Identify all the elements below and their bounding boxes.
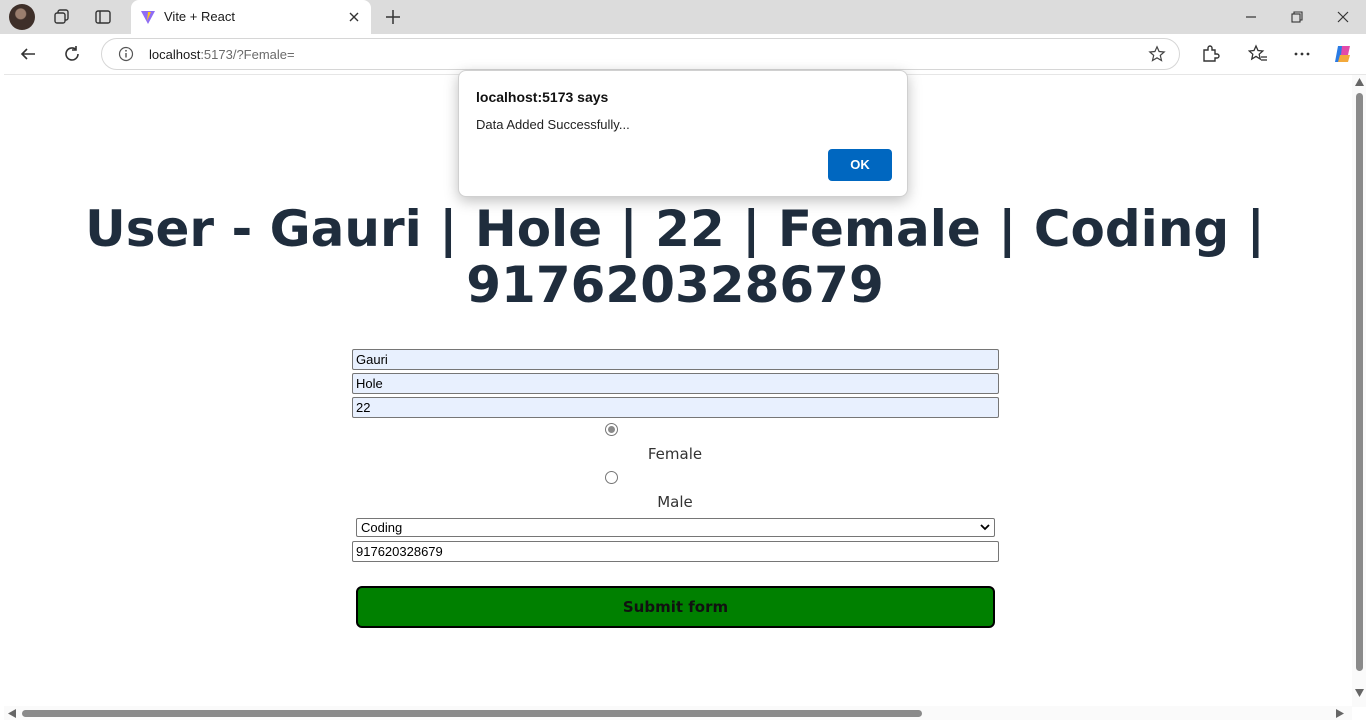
address-bar[interactable]: localhost:5173/?Female= [101, 38, 1180, 70]
active-tab[interactable]: Vite + React [131, 0, 371, 34]
horizontal-scrollbar[interactable] [4, 706, 1352, 720]
age-input[interactable] [352, 397, 999, 418]
scroll-up-icon[interactable] [1355, 78, 1364, 86]
scroll-right-icon[interactable] [1336, 709, 1344, 718]
profile-avatar[interactable] [9, 4, 35, 30]
back-icon[interactable] [16, 42, 40, 66]
url-path: :5173/?Female= [200, 47, 295, 62]
chevron-down-icon [979, 521, 991, 533]
close-icon[interactable] [346, 9, 362, 25]
vertical-scroll-thumb[interactable] [1356, 93, 1363, 671]
hobby-select-value: Coding [361, 520, 403, 535]
hobby-select[interactable]: Coding [356, 518, 995, 537]
phone-input[interactable] [352, 541, 999, 562]
tab-title: Vite + React [164, 9, 235, 24]
male-radio[interactable] [605, 471, 618, 484]
scroll-down-icon[interactable] [1355, 689, 1364, 697]
restore-icon[interactable] [1274, 5, 1320, 29]
tab-actions-icon[interactable] [91, 5, 115, 29]
workspaces-icon[interactable] [50, 5, 74, 29]
female-label: Female [647, 445, 703, 463]
vertical-scrollbar[interactable] [1352, 75, 1366, 707]
window-close-icon[interactable] [1320, 5, 1366, 29]
reload-icon[interactable] [60, 42, 84, 66]
more-icon[interactable] [1290, 42, 1314, 66]
plus-icon[interactable] [382, 6, 404, 28]
info-icon[interactable] [118, 46, 134, 62]
url-host: localhost [149, 47, 201, 62]
favorites-icon[interactable] [1246, 42, 1270, 66]
title-line-2: 917620328679 [466, 256, 884, 314]
horizontal-scroll-thumb[interactable] [22, 710, 922, 717]
scroll-left-icon[interactable] [8, 709, 16, 718]
alert-dialog: localhost:5173 says Data Added Successfu… [458, 70, 908, 197]
last-name-input[interactable] [352, 373, 999, 394]
page-title: User - Gauri | Hole | 22 | Female | Codi… [4, 201, 1346, 313]
extensions-icon[interactable] [1198, 42, 1222, 66]
dialog-title: localhost:5173 says [476, 89, 609, 105]
copilot-icon[interactable] [1331, 42, 1355, 66]
first-name-input[interactable] [352, 349, 999, 370]
title-line-1: User - Gauri | Hole | 22 | Female | Codi… [85, 200, 1265, 258]
ok-button[interactable]: OK [828, 149, 892, 181]
minimize-icon[interactable] [1228, 5, 1274, 29]
submit-form-button[interactable]: Submit form [356, 586, 995, 628]
url-text[interactable]: localhost:5173/?Female= [149, 47, 295, 62]
dialog-message: Data Added Successfully... [476, 117, 630, 132]
tab-strip: Vite + React [0, 0, 1366, 34]
star-icon[interactable] [1148, 45, 1166, 63]
male-label: Male [657, 493, 693, 511]
vite-favicon [140, 9, 156, 25]
browser-toolbar: localhost:5173/?Female= [0, 34, 1366, 74]
female-radio[interactable] [605, 423, 618, 436]
